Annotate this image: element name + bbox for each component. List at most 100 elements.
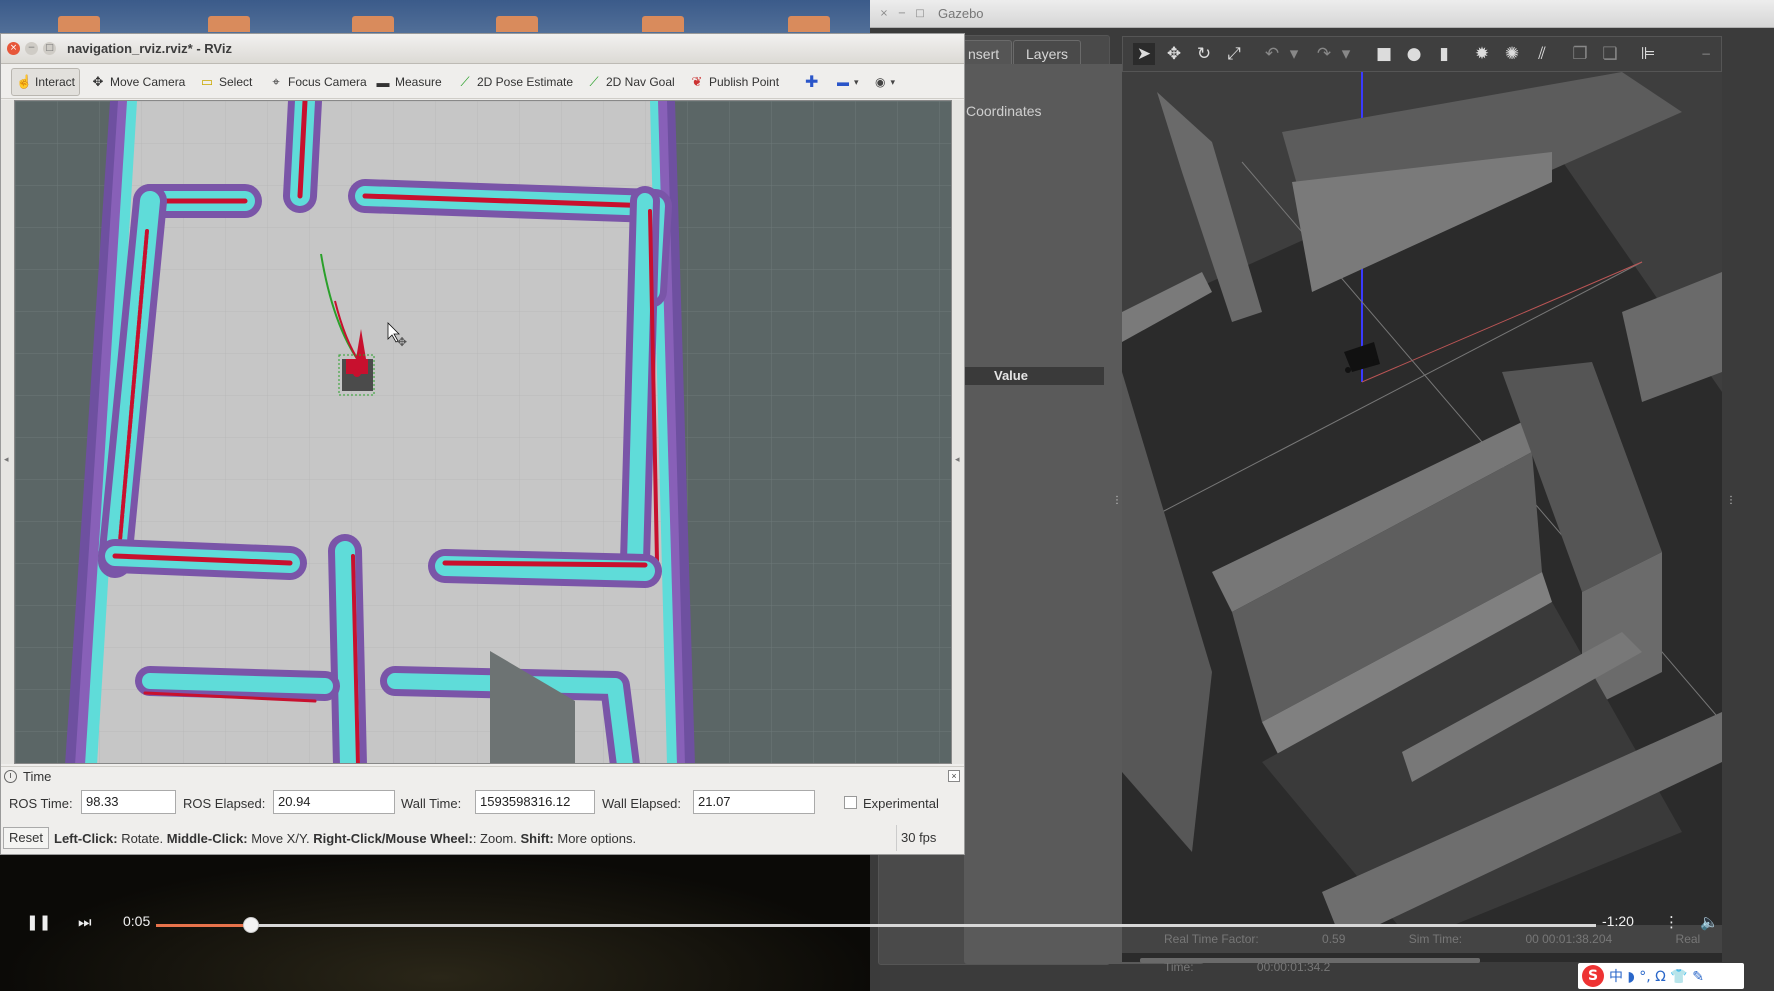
select-mode-icon[interactable]: ➤ [1133, 43, 1155, 65]
undo-dropdown-icon[interactable]: ▾ [1283, 43, 1305, 65]
reset-button[interactable]: Reset [3, 827, 49, 849]
wall-elapsed-label: Wall Elapsed: [602, 796, 681, 811]
tool-label: Select [219, 75, 253, 89]
redo-dropdown-icon[interactable]: ▾ [1335, 43, 1357, 65]
spot-light-icon[interactable]: ✺ [1501, 43, 1523, 65]
tool-focus-camera[interactable]: ⌖ Focus Camera [265, 68, 371, 96]
time-panel-header: Time × [1, 766, 964, 786]
desktop-folder-icon[interactable] [58, 16, 100, 32]
wall-time-field[interactable]: 1593598316.12 [475, 790, 595, 814]
desktop-folder-icon[interactable] [788, 16, 830, 32]
rviz-right-collapse[interactable]: ◂ [952, 100, 964, 764]
time-panel-close-button[interactable]: × [948, 770, 960, 782]
tool-label: 2D Pose Estimate [477, 75, 574, 89]
tool-label: Measure [395, 75, 442, 89]
interact-icon: ☝ [16, 74, 33, 89]
time-panel-row: ROS Time: 98.33 ROS Elapsed: 20.94 Wall … [1, 787, 964, 819]
move-camera-icon: ✥ [92, 74, 104, 89]
tool-publish-point[interactable]: ❦ Publish Point [686, 68, 783, 96]
ros-elapsed-label: ROS Elapsed: [183, 796, 266, 811]
point-light-icon[interactable]: ✹ [1471, 43, 1493, 65]
tool-2d-pose-estimate[interactable]: ⟋ 2D Pose Estimate [454, 68, 577, 96]
experimental-checkbox[interactable] [844, 796, 857, 809]
chevron-down-icon: ▾ [890, 76, 896, 87]
gazebo-3d-scene[interactable] [1122, 72, 1722, 962]
tool-label: Focus Camera [288, 75, 367, 89]
ros-time-field[interactable]: 98.33 [81, 790, 176, 814]
tool-2d-nav-goal[interactable]: ⟋ 2D Nav Goal [583, 68, 679, 96]
paste-icon[interactable]: ❏ [1599, 43, 1621, 65]
gazebo-titlebar: × − □ Gazebo [870, 0, 1774, 28]
rviz-statusbar: Reset Left-Click: Rotate. Middle-Click: … [1, 823, 964, 854]
tool-label: Interact [35, 75, 76, 89]
tool-select[interactable]: ▭ Select [196, 68, 256, 96]
gazebo-splitter-left[interactable]: ⋮ [1112, 495, 1122, 506]
scale-mode-icon[interactable]: ⤢ [1223, 43, 1245, 65]
tab-layers[interactable]: Layers [1013, 40, 1082, 66]
align-icon[interactable]: ⊫ [1637, 43, 1659, 65]
desktop-folder-icon[interactable] [352, 16, 394, 32]
cylinder-shape-icon[interactable]: ▮ [1433, 43, 1455, 65]
volume-icon[interactable]: 🔈 [1700, 913, 1719, 931]
box-shape-icon[interactable]: ■ [1373, 43, 1395, 65]
desktop-folder-icon[interactable] [496, 16, 538, 32]
fps-readout: 30 fps [896, 825, 958, 851]
gazebo-maximize-button[interactable]: □ [914, 8, 926, 20]
rviz-left-collapse[interactable]: ◂ [1, 100, 14, 764]
measure-icon: ▬ [376, 74, 390, 90]
publish-point-icon: ❦ [691, 74, 703, 89]
desktop-folder-icon[interactable] [642, 16, 684, 32]
tool-interact[interactable]: ☝ Interact [11, 68, 81, 96]
seek-bar[interactable] [156, 917, 1596, 933]
ros-elapsed-field[interactable]: 20.94 [273, 790, 395, 814]
seek-progress [156, 924, 252, 927]
rviz-maximize-button[interactable]: □ [43, 42, 56, 55]
ime-toolbar[interactable]: S 中 ◗ °, Ω 👕 ✎ [1578, 963, 1744, 989]
rviz-toolbar: ☝ Interact ✥ Move Camera ▭ Select ⌖ Focu… [1, 65, 964, 99]
pose-estimate-icon: ⟋ [460, 74, 470, 89]
redo-icon[interactable]: ↷ [1313, 43, 1335, 65]
undo-icon[interactable]: ↶ [1261, 43, 1283, 65]
next-icon[interactable]: ⏭ [78, 913, 92, 931]
tool-measure[interactable]: ▬ Measure [372, 68, 446, 96]
seek-handle[interactable] [243, 917, 260, 933]
gazebo-horizontal-scrollbar[interactable] [1140, 958, 1480, 963]
collapse-left-icon: ◂ [4, 455, 9, 465]
directional-light-icon[interactable]: ⫽ [1531, 43, 1553, 65]
gazebo-toolbar: ➤ ✥ ↻ ⤢ ↶ ▾ ↷ ▾ ■ ● ▮ ✹ ✺ ⫽ ❐ ❏ ⊫ − [1122, 36, 1722, 72]
tool-label: Move Camera [110, 75, 186, 89]
elapsed-time: 0:05 [123, 913, 151, 929]
sogou-logo: S [1582, 965, 1604, 987]
gazebo-title: Gazebo [938, 6, 984, 21]
copy-icon[interactable]: ❐ [1569, 43, 1591, 65]
rviz-titlebar: × − □ navigation_rviz.rviz* - RViz [1, 34, 964, 64]
gazebo-splitter-right[interactable]: ⋮ [1726, 495, 1736, 506]
gazebo-close-button[interactable]: × [878, 8, 890, 20]
mouse-help-text: Left-Click: Rotate. Middle-Click: Move X… [54, 831, 637, 846]
tool-label: Publish Point [709, 75, 780, 89]
translate-mode-icon[interactable]: ✥ [1163, 43, 1185, 65]
gazebo-minimize-button[interactable]: − [896, 8, 908, 20]
tool-label: 2D Nav Goal [606, 75, 675, 89]
plus-icon: ✚ [805, 74, 819, 91]
gazebo-coordinates-label: Coordinates [966, 103, 1042, 119]
svg-text:✥: ✥ [397, 335, 407, 349]
remaining-time: -1:20 [1602, 913, 1634, 929]
screen: × − □ Gazebo nsert Layers Coordinates Va… [0, 0, 1774, 991]
rviz-minimize-button[interactable]: − [25, 42, 38, 55]
tool-visibility-button[interactable]: ◉ ▾ [871, 68, 899, 96]
remove-tool-button[interactable]: ▬ ▾ [833, 68, 863, 96]
sphere-shape-icon[interactable]: ● [1403, 43, 1425, 65]
add-tool-button[interactable]: ✚ [801, 68, 822, 96]
rviz-close-button[interactable]: × [7, 42, 20, 55]
more-options-icon[interactable]: ⋮ [1664, 913, 1679, 931]
toolbar-overflow-icon[interactable]: − [1695, 43, 1717, 65]
rviz-window-title: navigation_rviz.rviz* - RViz [67, 41, 232, 56]
rotate-mode-icon[interactable]: ↻ [1193, 43, 1215, 65]
wall-elapsed-field[interactable]: 21.07 [693, 790, 815, 814]
ros-time-label: ROS Time: [9, 796, 73, 811]
desktop-folder-icon[interactable] [208, 16, 250, 32]
tool-move-camera[interactable]: ✥ Move Camera [87, 68, 189, 96]
pause-icon[interactable]: ❚❚ [26, 913, 51, 931]
rviz-3d-view[interactable]: ✥ [14, 100, 952, 764]
